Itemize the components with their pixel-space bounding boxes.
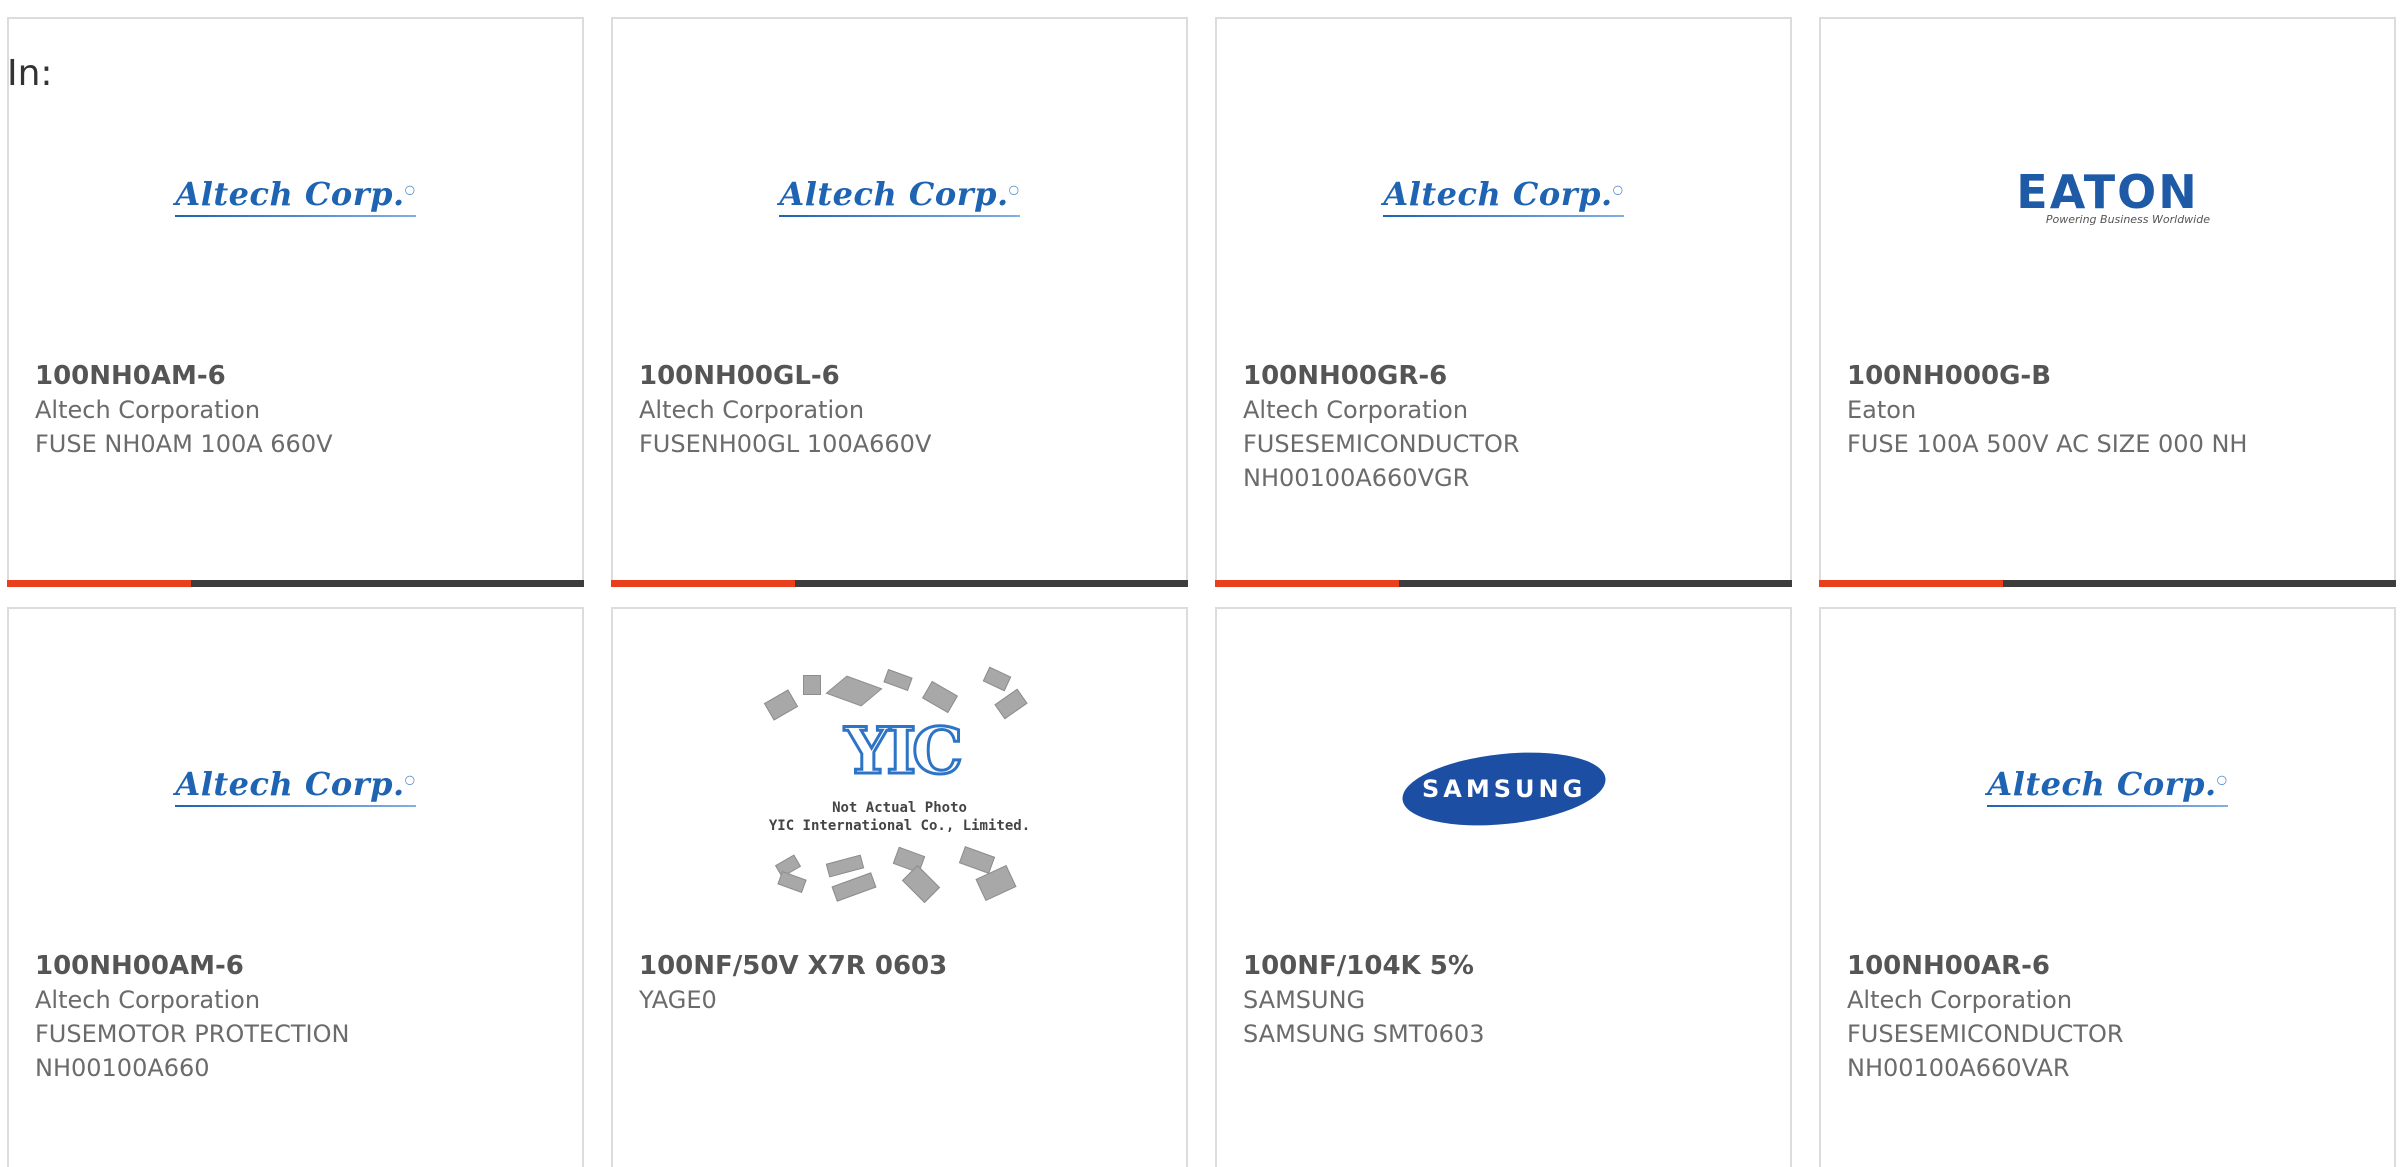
product-info: 100NH0AM-6 Altech Corporation FUSE NH0AM… <box>35 359 562 461</box>
manufacturer: Altech Corporation <box>1243 396 1469 424</box>
accent-bar <box>611 580 795 587</box>
part-number-link[interactable]: 100NF/50V X7R 0603 <box>639 949 1166 983</box>
altech-logo: Altech Corp.○ <box>1987 765 2228 807</box>
product-image[interactable]: Altech Corp.○ <box>9 79 582 329</box>
manufacturer: Altech Corporation <box>35 396 261 424</box>
part-number-link[interactable]: 100NH00AR-6 <box>1847 949 2374 983</box>
altech-logo: Altech Corp.○ <box>175 175 416 217</box>
description-line: NH00100A660 <box>35 1054 210 1082</box>
product-image[interactable]: Altech Corp.○ <box>1217 79 1790 329</box>
product-image[interactable]: Altech Corp.○ <box>613 79 1186 329</box>
product-card[interactable]: EATON Powering Business Worldwide 100NH0… <box>1819 17 2396 587</box>
card-bottom-bar <box>7 580 584 587</box>
product-image[interactable]: SAMSUNG <box>1217 669 1790 919</box>
part-number-link[interactable]: 100NH00GL-6 <box>639 359 1166 393</box>
product-grid-page: In: Altech Corp.○ 100NH0AM-6 Altech Corp… <box>0 0 2400 1167</box>
chip-icon <box>993 688 1028 720</box>
altech-logo: Altech Corp.○ <box>779 175 1020 217</box>
description-line: NH00100A660VGR <box>1243 464 1470 492</box>
card-bottom-bar <box>1215 580 1792 587</box>
chip-icon <box>776 870 807 894</box>
product-card[interactable]: Altech Corp.○ 100NH00AR-6 Altech Corpora… <box>1819 607 2396 1167</box>
yic-logo: YIC <box>843 714 965 789</box>
image-caption: Not Actual Photo YIC International Co., … <box>768 800 1031 834</box>
manufacturer: Eaton <box>1847 396 1917 424</box>
card-bottom-bar <box>1819 580 2396 587</box>
manufacturer: Altech Corporation <box>639 396 865 424</box>
filter-label: In: <box>7 53 53 94</box>
product-image[interactable]: Altech Corp.○ <box>1821 669 2394 919</box>
manufacturer: Altech Corporation <box>35 986 261 1014</box>
product-card[interactable]: Altech Corp.○ 100NH00GR-6 Altech Corpora… <box>1215 17 1792 587</box>
description-line: FUSESEMICONDUCTOR <box>1847 1020 2124 1048</box>
chip-icon <box>802 675 821 695</box>
part-number-link[interactable]: 100NH00GR-6 <box>1243 359 1770 393</box>
card-bottom-bar <box>611 580 1188 587</box>
altech-logo: Altech Corp.○ <box>175 765 416 807</box>
product-info: 100NF/50V X7R 0603 YAGE0 <box>639 949 1166 1017</box>
description-line: FUSESEMICONDUCTOR <box>1243 430 1520 458</box>
product-image[interactable]: Altech Corp.○ <box>9 669 582 919</box>
manufacturer: SAMSUNG <box>1243 986 1366 1014</box>
product-card[interactable]: SAMSUNG 100NF/104K 5% SAMSUNG SAMSUNG SM… <box>1215 607 1792 1167</box>
product-card[interactable]: Altech Corp.○ 100NH00GL-6 Altech Corpora… <box>611 17 1188 587</box>
product-card[interactable]: Altech Corp.○ 100NH0AM-6 Altech Corporat… <box>7 17 584 587</box>
product-image[interactable]: YIC Not Actual Photo YIC International C… <box>613 666 1186 919</box>
product-info: 100NH00GL-6 Altech Corporation FUSENH00G… <box>639 359 1166 461</box>
description-line: FUSEMOTOR PROTECTION <box>35 1020 350 1048</box>
chip-icon <box>982 666 1011 692</box>
chip-icon <box>763 689 798 721</box>
chip-icon <box>958 846 995 874</box>
chip-icon <box>901 864 940 904</box>
product-info: 100NH00AM-6 Altech Corporation FUSEMOTOR… <box>35 949 562 1085</box>
description-line: FUSE 100A 500V AC SIZE 000 NH <box>1847 430 2248 458</box>
eaton-logo: EATON Powering Business Worldwide <box>2016 165 2210 226</box>
chip-icon <box>882 668 913 692</box>
chip-icon <box>921 680 958 714</box>
part-number-link[interactable]: 100NH000G-B <box>1847 359 2374 393</box>
samsung-logo: SAMSUNG <box>1398 743 1609 835</box>
product-info: 100NH00AR-6 Altech Corporation FUSESEMIC… <box>1847 949 2374 1085</box>
manufacturer: Altech Corporation <box>1847 986 2073 1014</box>
accent-bar <box>1215 580 1399 587</box>
product-info: 100NH000G-B Eaton FUSE 100A 500V AC SIZE… <box>1847 359 2374 461</box>
description-line: SAMSUNG SMT0603 <box>1243 1020 1485 1048</box>
description-line: FUSENH00GL 100A660V <box>639 430 932 458</box>
product-info: 100NF/104K 5% SAMSUNG SAMSUNG SMT0603 <box>1243 949 1770 1051</box>
product-card[interactable]: Altech Corp.○ 100NH00AM-6 Altech Corpora… <box>7 607 584 1167</box>
altech-logo: Altech Corp.○ <box>1383 175 1624 217</box>
product-image[interactable]: EATON Powering Business Worldwide <box>1821 79 2394 329</box>
chip-icon <box>825 675 882 707</box>
chip-icon <box>825 854 864 878</box>
part-number-link[interactable]: 100NF/104K 5% <box>1243 949 1770 983</box>
accent-bar <box>7 580 191 587</box>
product-card[interactable]: YIC Not Actual Photo YIC International C… <box>611 607 1188 1167</box>
accent-bar <box>1819 580 2003 587</box>
yic-placeholder-image: YIC Not Actual Photo YIC International C… <box>763 666 1035 907</box>
chip-icon <box>831 872 876 902</box>
description-line: NH00100A660VAR <box>1847 1054 2070 1082</box>
description-line: FUSE NH0AM 100A 660V <box>35 430 333 458</box>
part-number-link[interactable]: 100NH00AM-6 <box>35 949 562 983</box>
product-info: 100NH00GR-6 Altech Corporation FUSESEMIC… <box>1243 359 1770 495</box>
manufacturer: YAGE0 <box>639 986 717 1014</box>
part-number-link[interactable]: 100NH0AM-6 <box>35 359 562 393</box>
